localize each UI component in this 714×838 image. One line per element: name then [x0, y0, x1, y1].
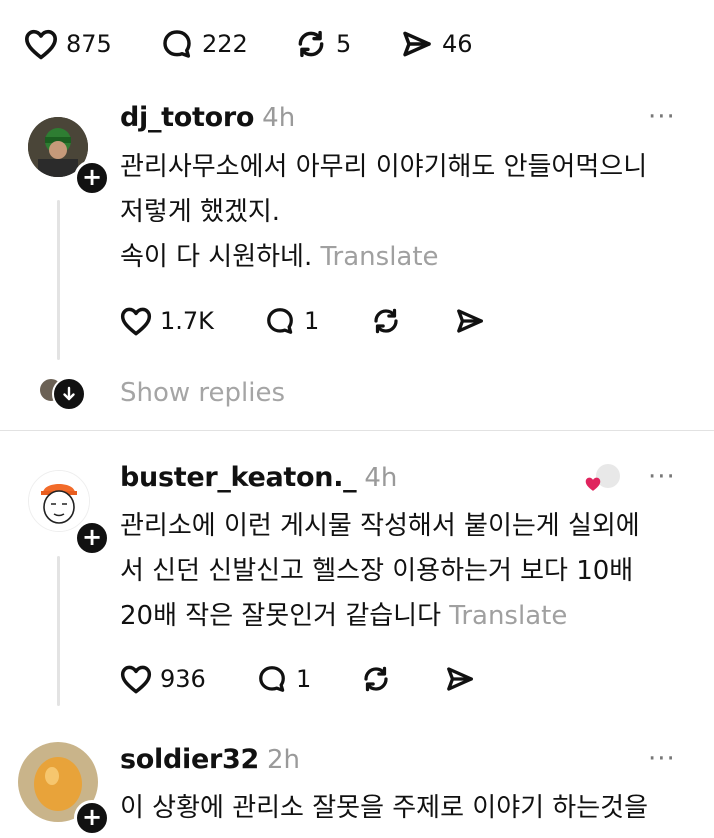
username[interactable]: dj_totoro	[120, 102, 254, 133]
follow-plus-button[interactable]: +	[74, 520, 110, 556]
share-button[interactable]	[454, 306, 486, 336]
comment-line: 속이 다 시원하네.	[120, 242, 313, 272]
follow-plus-button[interactable]: +	[74, 160, 110, 196]
comment-line: 저렇게 했겠지.	[120, 197, 281, 227]
reply-button[interactable]: 1	[256, 664, 311, 694]
comment-line: 20배 작은 잘못인거 같습니다	[120, 601, 441, 631]
repost-button[interactable]: 5	[294, 28, 351, 60]
send-icon	[447, 667, 473, 691]
comment-line: 관리사무소에서 아무리 이야기해도 안들어먹으니	[120, 152, 648, 182]
author-liked-indicator	[584, 464, 622, 496]
comment-bubble-icon	[163, 30, 191, 58]
comment-line: 관리소에 이런 게시물 작성해서 붙이는게 실외에	[120, 511, 640, 541]
comment-line: 이 상황에 관리소 잘못을 주제로 이야기 하는것을	[120, 793, 648, 823]
timestamp: 4h	[364, 463, 398, 493]
comment-button[interactable]: 222	[160, 28, 248, 60]
avatar-image	[29, 471, 89, 531]
timestamp: 2h	[266, 745, 300, 775]
share-count: 46	[442, 30, 473, 58]
repost-icon	[364, 666, 388, 692]
heart-icon	[120, 307, 152, 336]
comment-text: 이 상황에 관리소 잘못을 주제로 이야기 하는것을	[120, 786, 700, 831]
more-options-button[interactable]: ···	[648, 462, 676, 492]
reply-button[interactable]: 1	[264, 306, 319, 336]
like-button[interactable]: 1.7K	[120, 306, 214, 336]
divider	[0, 430, 714, 431]
timestamp: 4h	[262, 103, 296, 133]
heart-icon	[24, 29, 58, 60]
repost-icon	[374, 308, 398, 334]
repost-button[interactable]	[370, 306, 402, 336]
red-heart-icon	[585, 477, 601, 491]
like-button[interactable]: 936	[120, 664, 206, 694]
like-count: 875	[66, 30, 112, 58]
comment-line: 서 신던 신발신고 헬스장 이용하는거 보다 10배	[120, 556, 634, 586]
more-options-button[interactable]: ···	[648, 744, 676, 774]
username[interactable]: buster_keaton._	[120, 462, 357, 493]
expand-replies-button[interactable]	[52, 377, 86, 411]
username[interactable]: soldier32	[120, 744, 259, 775]
comment-bubble-icon	[267, 308, 293, 334]
repost-icon	[298, 30, 324, 58]
reply-count: 1	[304, 307, 320, 335]
share-button[interactable]	[444, 664, 476, 694]
thread-line	[57, 200, 60, 360]
show-replies-link[interactable]: Show replies	[120, 378, 285, 408]
translate-link[interactable]: Translate	[321, 242, 439, 272]
like-button[interactable]: 875	[24, 28, 112, 60]
send-icon	[457, 309, 483, 333]
arrow-down-icon	[63, 386, 75, 401]
like-count: 936	[160, 665, 206, 693]
more-options-button[interactable]: ···	[648, 102, 676, 132]
repost-button[interactable]	[360, 664, 392, 694]
thread-line	[57, 556, 60, 706]
comment-bubble-icon	[259, 666, 285, 692]
like-count: 1.7K	[160, 307, 214, 335]
translate-link[interactable]: Translate	[449, 601, 567, 631]
comment-text: 관리사무소에서 아무리 이야기해도 안들어먹으니 저렇게 했겠지. 속이 다 시…	[120, 145, 700, 280]
follow-plus-button[interactable]: +	[74, 800, 110, 836]
repost-count: 5	[336, 30, 352, 58]
heart-icon	[120, 665, 152, 694]
comment-text: 관리소에 이런 게시물 작성해서 붙이는게 실외에 서 신던 신발신고 헬스장 …	[120, 504, 700, 639]
share-button[interactable]: 46	[400, 28, 473, 60]
send-icon	[403, 31, 431, 57]
comment-count: 222	[202, 30, 248, 58]
reply-count: 1	[296, 665, 312, 693]
